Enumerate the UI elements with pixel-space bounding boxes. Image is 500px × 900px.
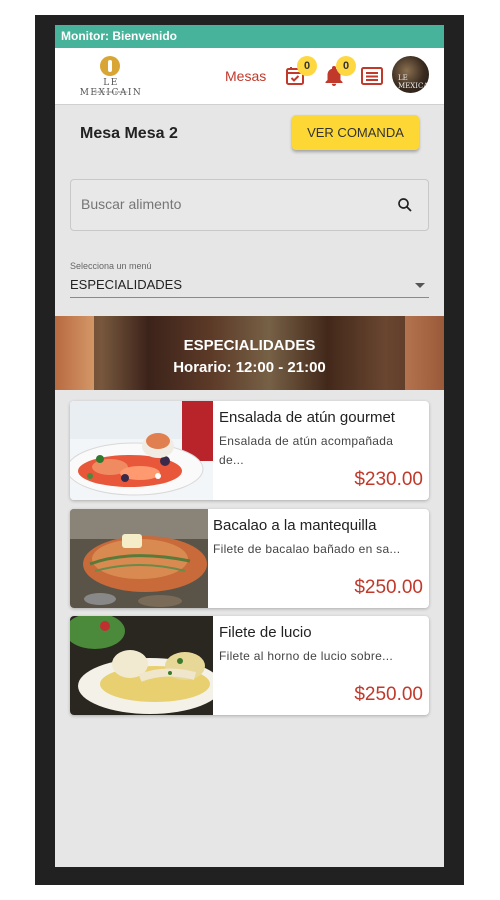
cod-fillet-image [70,509,208,608]
orders-badge: 0 [297,56,317,76]
item-price: $230.00 [354,469,423,490]
menu-item-card[interactable]: Ensalada de atún gourmet Ensalada de atú… [70,401,429,500]
receipt-list-icon [361,67,383,85]
user-avatar[interactable]: LE MEXICAIN [392,56,429,93]
item-price: $250.00 [354,684,423,705]
item-description: Ensalada de atún acompañada de... [219,432,393,470]
status-bar: Monitor: Bienvenido [55,25,444,48]
avatar-text: LE MEXICAIN [398,74,429,90]
banner-title: ESPECIALIDADES [183,337,316,354]
logo-fork-icon [100,56,120,76]
search-icon[interactable] [396,196,414,214]
notifications-button[interactable]: 0 [322,56,356,88]
brand-logo[interactable]: LE MEXICAIN Saber mas para tu [70,56,152,98]
nav-mesas-link[interactable]: Mesas [225,68,266,84]
mesa-row: Mesa Mesa 2 VER COMANDA [55,105,444,165]
item-description-line: de... [219,453,244,467]
item-price: $250.00 [354,577,423,598]
item-name: Filete de lucio [219,624,312,641]
menu-banner: ESPECIALIDADES Horario: 12:00 - 21:00 [55,316,444,390]
app-header: LE MEXICAIN Saber mas para tu Mesas 0 0 … [55,48,444,105]
menu-item-card[interactable]: Filete de lucio Filete al horno de lucio… [70,616,429,715]
pike-fillet-image [70,616,213,715]
notifications-badge: 0 [336,56,356,76]
select-underline [70,297,429,298]
device-frame: Monitor: Bienvenido LE MEXICAIN Saber ma… [35,15,464,885]
dropdown-arrow-icon[interactable] [415,283,425,288]
menu-select[interactable]: ESPECIALIDADES [70,277,182,292]
tuna-salad-image [70,401,213,500]
item-description-line: Ensalada de atún acompañada [219,434,394,448]
item-description: Filete al horno de lucio sobre... [219,649,393,663]
logo-subtext: Saber mas para tu [94,89,128,94]
item-name: Ensalada de atún gourmet [219,409,395,426]
search-box[interactable] [70,179,429,231]
menu-list-button[interactable] [360,64,384,88]
mesa-title: Mesa Mesa 2 [80,125,178,142]
item-name: Bacalao a la mantequilla [213,517,377,534]
search-input[interactable] [81,196,371,212]
banner-schedule: Horario: 12:00 - 21:00 [173,359,326,376]
ver-comanda-button[interactable]: VER COMANDA [292,115,419,150]
menu-item-card[interactable]: Bacalao a la mantequilla Filete de bacal… [70,509,429,608]
orders-button[interactable]: 0 [283,56,317,88]
item-description: Filete de bacalao bañado en sa... [213,542,401,556]
menu-select-label: Selecciona un menú [70,261,152,271]
app-screen: Monitor: Bienvenido LE MEXICAIN Saber ma… [55,25,444,867]
logo-text: LE MEXICAIN [79,78,143,98]
